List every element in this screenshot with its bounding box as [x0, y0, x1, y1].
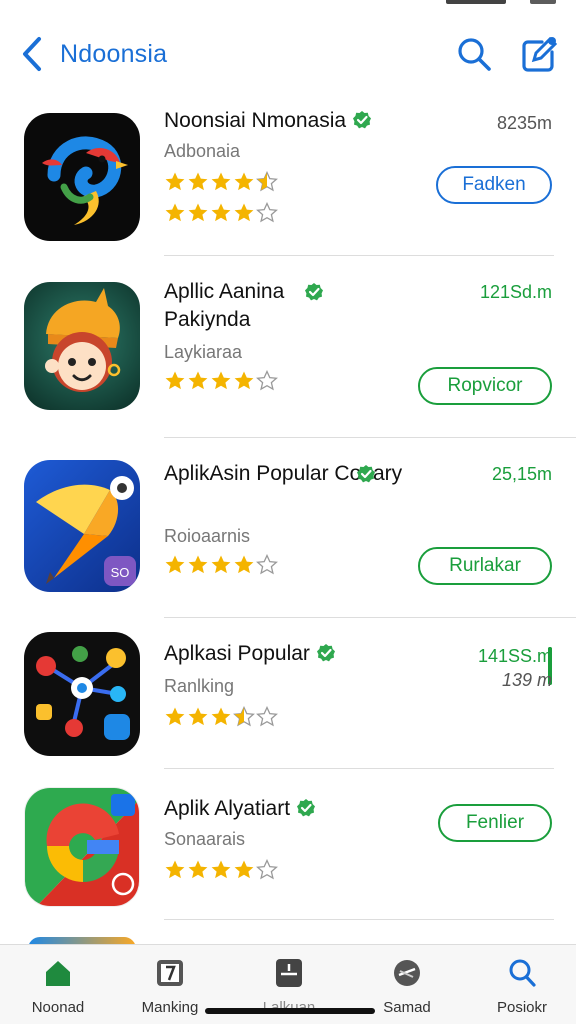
divider	[164, 437, 576, 438]
star-rating	[164, 553, 278, 576]
star-icon	[233, 705, 255, 728]
app-size: 8235m	[496, 113, 552, 133]
star-icon	[233, 370, 255, 392]
home-icon	[46, 961, 70, 986]
search-icon	[458, 38, 491, 71]
home-indicator[interactable]	[205, 1008, 375, 1014]
star-icon	[210, 554, 232, 576]
search-icon	[509, 959, 536, 987]
star-rating	[164, 201, 278, 224]
app-action-button[interactable]: Fadken	[436, 166, 552, 204]
app-size: 141SS.m	[477, 646, 552, 666]
search-button[interactable]	[456, 36, 492, 72]
app-subtitle: Roioaarnis	[164, 526, 251, 546]
battery-icon	[530, 0, 556, 4]
app-name: Aplik Alyatiart	[164, 795, 464, 823]
apps-icon	[276, 959, 302, 987]
signal-icon	[446, 0, 506, 4]
app-action-button[interactable]: Fenlier	[438, 804, 552, 842]
star-icon	[256, 553, 278, 576]
list-item[interactable]: Aplik Alyatiart Sonaarais Fenlier	[0, 771, 576, 921]
star-icon	[187, 706, 209, 728]
star-icon	[256, 170, 278, 193]
back-button[interactable]	[18, 36, 46, 72]
list-item[interactable]: SO AplikAsin Popular Coeary Roioaarnis 2…	[0, 440, 576, 685]
verified-badge-icon	[305, 283, 323, 301]
star-icon	[164, 202, 186, 224]
app-subtitle: Adbonaia	[164, 141, 241, 161]
swirl-bird-icon	[24, 113, 140, 241]
star-icon	[187, 554, 209, 576]
app-size: 121Sd.m	[479, 282, 552, 302]
star-rating	[164, 369, 278, 392]
app-action-button[interactable]: Ropvicor	[418, 367, 552, 405]
app-size: 25,15m	[491, 464, 552, 484]
verified-badge-icon	[357, 465, 375, 483]
star-icon	[210, 202, 232, 224]
star-icon	[210, 171, 232, 193]
star-icon	[210, 370, 232, 392]
compose-button[interactable]	[518, 34, 558, 74]
games-icon	[394, 960, 420, 986]
star-icon	[210, 706, 232, 728]
star-icon	[256, 369, 278, 392]
verified-badge-icon	[297, 799, 316, 817]
star-icon	[210, 859, 232, 881]
google-style-icon	[24, 787, 140, 907]
star-icon	[164, 370, 186, 392]
list-item[interactable]: Aplkasi Popular Ranlking 141SS.m 139 m	[0, 620, 576, 770]
star-rating	[164, 170, 278, 193]
star-icon	[233, 859, 255, 881]
list-item[interactable]: Noonsiai Nmonasia Adbonaia 8235m Fadken	[0, 95, 576, 255]
verified-badge-icon	[353, 111, 372, 129]
app-name: Noonsiai Nmonasia	[164, 107, 464, 135]
network-dots-icon	[24, 632, 140, 756]
app-name: AplikAsin Popular Coeary	[164, 462, 403, 485]
star-icon	[233, 171, 255, 193]
star-icon	[164, 554, 186, 576]
app-subtitle: Laykiaraa	[164, 342, 243, 362]
tab-home[interactable]: Noonad	[8, 953, 108, 1021]
star-icon	[164, 859, 186, 881]
app-action-button[interactable]: Rurlakar	[418, 547, 552, 585]
verified-badge-icon	[316, 644, 335, 662]
star-icon	[187, 370, 209, 392]
star-icon	[256, 705, 278, 728]
divider	[164, 919, 554, 920]
app-name: Apllic Aanina Pakiynda	[164, 278, 364, 334]
star-rating	[164, 858, 278, 881]
list-item[interactable]: Apllic Aanina Pakiynda Laykiaraa 121Sd.m…	[0, 260, 576, 440]
star-icon	[164, 171, 186, 193]
star-rating	[164, 705, 278, 728]
star-icon	[256, 201, 278, 224]
tab-bar: Noonad Manking Lalkuan Samad Posiokr	[0, 944, 576, 1024]
ranking-icon	[157, 960, 183, 986]
app-subtitle: Sonaarais	[164, 829, 246, 849]
star-icon	[256, 858, 278, 881]
star-icon	[187, 202, 209, 224]
divider	[164, 768, 554, 769]
monkey-character-icon	[24, 282, 140, 410]
app-name: Aplkasi Popular	[164, 640, 464, 668]
chevron-left-icon	[23, 37, 41, 71]
star-icon	[233, 554, 255, 576]
compose-icon	[522, 36, 558, 72]
star-icon	[164, 706, 186, 728]
status-bar	[0, 0, 576, 12]
svg-text:SO: SO	[111, 565, 130, 580]
divider	[164, 617, 576, 618]
app-size-secondary: 139 m	[501, 670, 552, 690]
pencil-bird-icon: SO	[24, 460, 140, 592]
star-icon	[233, 202, 255, 224]
star-icon	[187, 859, 209, 881]
tab-search[interactable]: Posiokr	[472, 953, 572, 1021]
star-icon	[187, 171, 209, 193]
app-subtitle: Ranlking	[164, 676, 235, 696]
page-title: Ndoonsia	[60, 40, 168, 68]
divider	[164, 255, 554, 256]
header: Ndoonsia	[0, 28, 576, 80]
